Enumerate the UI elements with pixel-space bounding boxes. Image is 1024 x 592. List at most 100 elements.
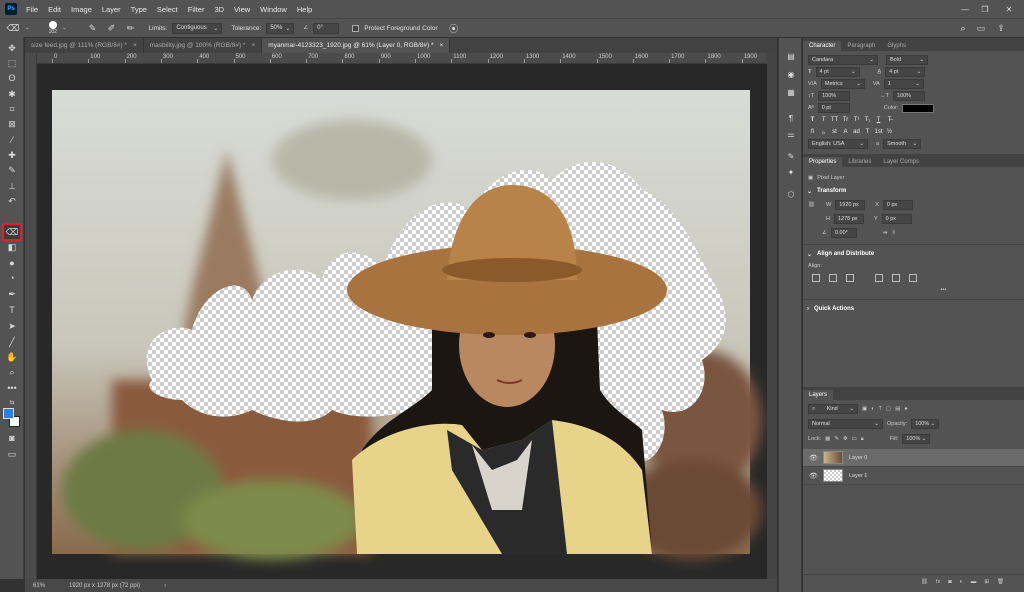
brush-preset-picker[interactable]: 102 xyxy=(49,21,57,35)
lock-pixels-icon[interactable]: ✎ xyxy=(834,436,839,442)
stylistic-alternates-button[interactable]: ad xyxy=(852,128,861,137)
layer-filter-select[interactable]: ⌕ Kind ⌄ xyxy=(808,404,858,414)
sampling-continuous-icon[interactable]: ✎ xyxy=(86,22,100,35)
kerning-select[interactable]: Metrics ⌄ xyxy=(820,79,865,89)
tool-preset-chevron-icon[interactable]: ⌄ xyxy=(25,25,30,31)
eyedropper-tool-icon[interactable]: ⁄ xyxy=(4,133,20,147)
crop-tool-icon[interactable]: ⌗ xyxy=(4,102,20,116)
tab-paragraph[interactable]: Paragraph xyxy=(841,41,881,51)
menu-window[interactable]: Window xyxy=(255,5,292,14)
superscript-button[interactable]: T¹ xyxy=(852,116,861,125)
ligatures-button[interactable]: fi xyxy=(808,128,817,137)
sampling-swatch-icon[interactable]: ✏ xyxy=(124,22,138,35)
align-left-icon[interactable] xyxy=(812,274,820,282)
align-horizontal-center-icon[interactable] xyxy=(829,274,837,282)
background-eraser-icon[interactable]: ⌫ xyxy=(6,22,20,35)
contextual-alternates-button[interactable]: ℴ xyxy=(819,128,828,137)
menu-edit[interactable]: Edit xyxy=(43,5,66,14)
clone-stamp-tool-icon[interactable]: ⊥ xyxy=(4,179,20,193)
blend-mode-select[interactable]: Normal ⌄ xyxy=(808,419,883,429)
ordinals-button[interactable]: 1st xyxy=(874,128,883,137)
clone-source-icon[interactable]: ✦ xyxy=(783,166,799,178)
canvas-area[interactable] xyxy=(37,64,767,579)
align-bottom-icon[interactable] xyxy=(909,274,917,282)
zoom-tool-icon[interactable]: ⌕ xyxy=(4,365,20,379)
titling-alternates-button[interactable]: T xyxy=(863,128,872,137)
history-icon[interactable]: ▤ xyxy=(783,50,799,62)
pressure-size-icon[interactable]: ⦿ xyxy=(447,22,461,35)
font-size-input[interactable]: 4 pt ⌄ xyxy=(815,67,860,77)
quick-selection-tool-icon[interactable]: ✱ xyxy=(4,87,20,101)
width-input[interactable]: 1920 px xyxy=(835,200,866,210)
visibility-eye-icon[interactable]: 👁︎ xyxy=(809,472,818,480)
chevron-right-icon[interactable]: › xyxy=(164,583,166,589)
antialias-select[interactable]: Smooth ⌄ xyxy=(883,139,922,149)
brush-chevron-icon[interactable]: ⌄ xyxy=(62,25,67,31)
quick-mask-icon[interactable]: ◙ xyxy=(4,431,20,445)
more-options-icon[interactable]: ••• xyxy=(941,287,947,293)
baseline-shift-input[interactable]: 0 pt xyxy=(817,103,850,113)
subscript-button[interactable]: T₁ xyxy=(863,116,872,125)
menu-layer[interactable]: Layer xyxy=(97,5,126,14)
lock-transparency-icon[interactable]: ▦ xyxy=(825,436,830,442)
minimize-button[interactable]: — xyxy=(958,3,972,15)
pen-tool-icon[interactable]: ✒ xyxy=(4,287,20,301)
layer-name[interactable]: Layer 0 xyxy=(849,455,867,461)
limits-select[interactable]: Contiguous ⌄ xyxy=(172,22,223,34)
underline-button[interactable]: T xyxy=(874,116,883,125)
line-tool-icon[interactable]: ╱ xyxy=(4,335,20,349)
dodge-tool-icon[interactable]: ◔ xyxy=(4,271,20,285)
angle-input[interactable]: 0° xyxy=(313,22,340,34)
tab-libraries[interactable]: Libraries xyxy=(842,157,877,167)
workspace-icon[interactable]: ▭ xyxy=(974,22,988,35)
menu-help[interactable]: Help xyxy=(292,5,317,14)
healing-brush-tool-icon[interactable]: ✚ xyxy=(4,148,20,162)
menu-type[interactable]: Type xyxy=(126,5,152,14)
move-tool-icon[interactable]: ✥ xyxy=(4,41,20,55)
frame-tool-icon[interactable]: ⊠ xyxy=(4,117,20,131)
trash-icon[interactable]: 🗑︎ xyxy=(997,579,1004,585)
visibility-eye-icon[interactable]: 👁︎ xyxy=(809,454,818,462)
filter-type-icon[interactable]: T xyxy=(879,406,882,412)
swap-colors-icon[interactable]: ⇆ xyxy=(4,395,20,409)
tab-masbility[interactable]: masbility.jpg @ 100% (RGB/8#) * × xyxy=(143,38,263,53)
tab-properties[interactable]: Properties xyxy=(803,157,843,167)
lock-position-icon[interactable]: ✥ xyxy=(843,436,848,442)
tab-myanmar[interactable]: myanmar-4123323_1920.jpg @ 61% (Layer 0,… xyxy=(262,38,451,53)
font-family-select[interactable]: Candara ⌄ xyxy=(808,55,878,65)
tracking-input[interactable]: 1 ⌄ xyxy=(883,79,924,89)
photoshop-logo-icon[interactable]: Ps xyxy=(5,3,17,15)
vertical-scale-input[interactable]: 100% xyxy=(818,91,851,101)
lock-artboard-icon[interactable]: ▭ xyxy=(852,436,857,442)
path-selection-tool-icon[interactable]: ➤ xyxy=(4,319,20,333)
link-dimensions-icon[interactable]: ⛓ xyxy=(808,202,822,208)
layer-name[interactable]: Layer 1 xyxy=(849,473,867,479)
tab-character[interactable]: Character xyxy=(803,41,842,51)
vertical-ruler[interactable] xyxy=(25,53,37,579)
menu-image[interactable]: Image xyxy=(66,5,97,14)
flip-vertical-icon[interactable]: ⇳ xyxy=(892,230,897,236)
type-tool-icon[interactable]: T xyxy=(4,303,20,317)
link-icon[interactable]: ⛓ xyxy=(921,579,928,585)
filter-toggle-icon[interactable]: ● xyxy=(904,406,907,412)
menu-view[interactable]: View xyxy=(229,5,255,14)
marquee-tool-icon[interactable]: ⬚ xyxy=(4,56,20,70)
lock-all-icon[interactable]: 🔒︎ xyxy=(861,436,864,443)
height-input[interactable]: 1278 px xyxy=(833,214,864,224)
sampling-once-icon[interactable]: ✐ xyxy=(105,22,119,35)
align-right-icon[interactable] xyxy=(846,274,854,282)
screen-mode-icon[interactable]: ▭ xyxy=(4,447,20,461)
tolerance-input[interactable]: 50% ⌄ xyxy=(266,22,295,34)
x-input[interactable]: 0 px xyxy=(882,200,913,210)
menu-file[interactable]: File xyxy=(21,5,43,14)
share-icon[interactable]: ⇪ xyxy=(994,22,1008,35)
text-color-swatch[interactable] xyxy=(902,103,935,113)
discretionary-ligatures-button[interactable]: st xyxy=(830,128,839,137)
align-top-icon[interactable] xyxy=(875,274,883,282)
horizontal-ruler[interactable]: 0 100 200 300 400 500 600 700 800 900 1000 1100 1200… xyxy=(37,53,767,64)
menu-select[interactable]: Select xyxy=(152,5,183,14)
group-icon[interactable]: ▬ xyxy=(971,579,977,585)
filter-pixel-icon[interactable]: ▣ xyxy=(862,406,867,412)
document-canvas[interactable] xyxy=(37,64,767,579)
transform-section-header[interactable]: ⌄ Transform xyxy=(803,185,1024,197)
